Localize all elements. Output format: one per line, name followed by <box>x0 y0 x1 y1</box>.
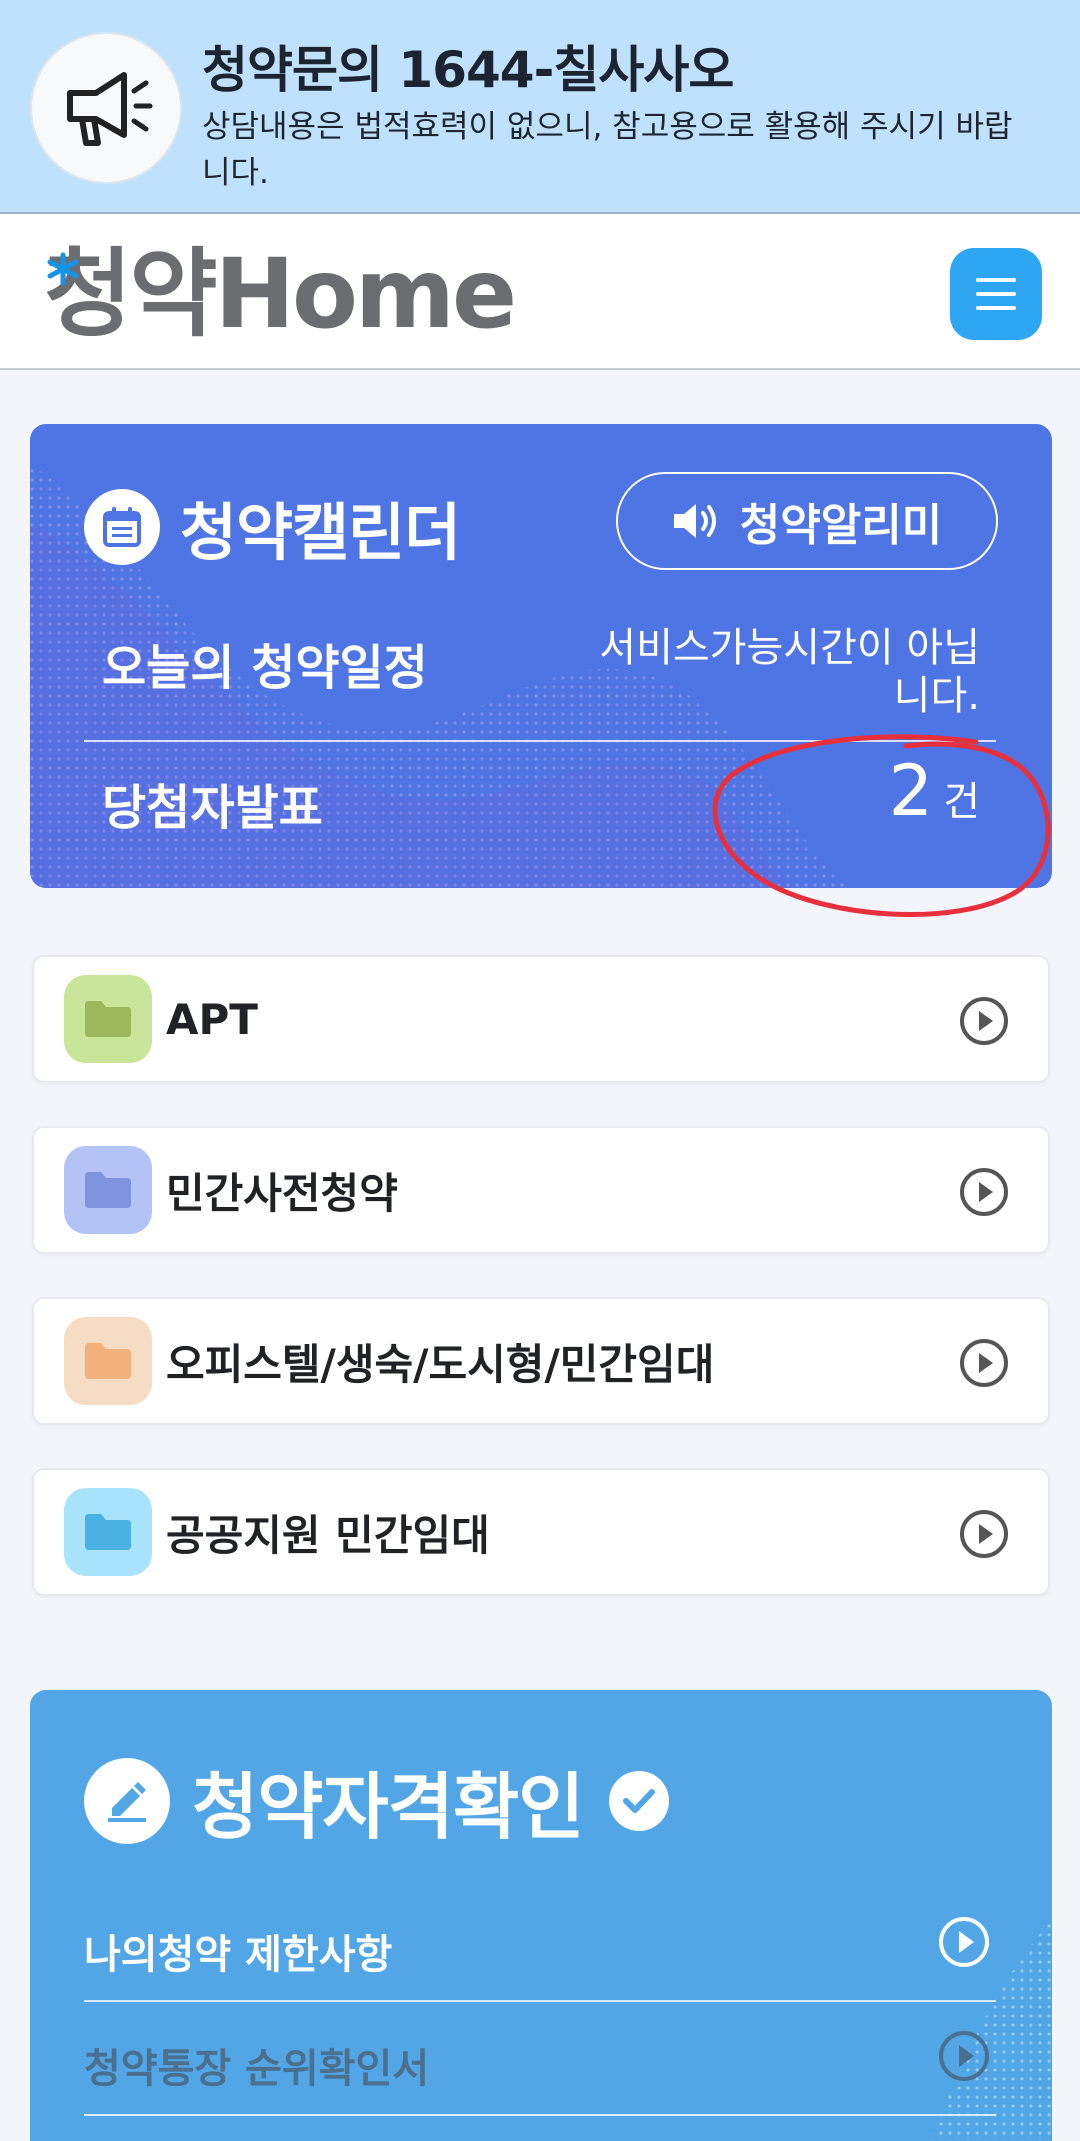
list-item-officetel[interactable]: 오피스텔/생숙/도시형/민간임대 <box>32 1297 1050 1425</box>
winner-count-unit: 건 <box>943 779 980 825</box>
list-item-apt[interactable]: APT <box>32 955 1050 1083</box>
folder-badge <box>64 975 152 1063</box>
eligibility-card: 청약자격확인 나의청약 제한사항 청약통장 순위확인서 <box>30 1690 1052 2141</box>
play-circle-icon <box>960 1168 1008 1216</box>
calendar-title: 청약캘린더 <box>180 496 461 569</box>
folder-badge <box>64 1146 152 1234</box>
calendar-icon <box>84 489 160 565</box>
play-circle-icon <box>960 1510 1008 1558</box>
list-item-public-rental[interactable]: 공공지원 민간임대 <box>32 1468 1050 1596</box>
list-item-label: 공공지원 민간임대 <box>166 1510 490 1560</box>
folder-icon <box>85 1514 131 1550</box>
winner-count-number: 2 <box>888 750 934 832</box>
list-item-private-pre-subscription[interactable]: 민간사전청약 <box>32 1126 1050 1254</box>
notice-banner: 청약문의 1644-칠사사오 상담내용은 법적효력이 없으니, 참고용으로 활용… <box>0 0 1080 214</box>
pencil-icon <box>84 1757 170 1844</box>
folder-badge <box>64 1488 152 1576</box>
folder-icon <box>85 1172 131 1208</box>
winner-announcement-count[interactable]: 2 건 <box>889 750 980 832</box>
eligibility-row-restrictions[interactable]: 나의청약 제한사항 <box>84 1888 996 2002</box>
banner-text: 상담내용은 법적효력이 없으니, 참고용으로 활용해 주시기 바랍니다. <box>202 109 1013 191</box>
hamburger-icon <box>976 278 1016 310</box>
alarm-label: 청약알리미 <box>739 500 943 551</box>
eligibility-row-label: 나의청약 제한사항 <box>84 1932 393 1978</box>
eligibility-row-label: 청약통장 순위확인서 <box>84 2046 430 2092</box>
logo-text: 청약Home <box>44 238 517 350</box>
list-item-label: 민간사전청약 <box>166 1168 398 1218</box>
list-item-label: APT <box>166 994 258 1044</box>
alarm-button[interactable]: 청약알리미 <box>616 472 998 570</box>
folder-icon <box>85 1001 131 1037</box>
winner-announcement-label[interactable]: 당첨자발표 <box>102 768 323 838</box>
play-circle-icon <box>960 1339 1008 1387</box>
banner-title: 청약문의 1644-칠사사오 <box>202 41 734 99</box>
play-circle-icon <box>939 1917 989 1967</box>
folder-icon <box>85 1343 131 1379</box>
eligibility-row-account-rank[interactable]: 청약통장 순위확인서 <box>84 2002 996 2116</box>
app-header: 청약Home <box>0 214 1080 370</box>
calendar-title-group: 청약캘린더 <box>84 482 461 572</box>
menu-button[interactable] <box>950 248 1042 340</box>
today-schedule-status: 서비스가능시간이 아닙니다. <box>599 625 980 719</box>
eligibility-title: 청약자격확인 <box>192 1765 584 1849</box>
folder-badge <box>64 1317 152 1405</box>
speaker-icon <box>673 504 716 538</box>
play-circle-icon <box>960 997 1008 1045</box>
megaphone-icon <box>30 32 182 184</box>
logo[interactable]: 청약Home <box>44 238 517 350</box>
list-item-label: 오피스텔/생숙/도시형/민간임대 <box>166 1339 715 1389</box>
eligibility-title-group: 청약자격확인 <box>84 1748 670 1853</box>
today-schedule-label: 오늘의 청약일정 <box>102 640 428 696</box>
star-icon <box>47 252 79 286</box>
calendar-card: 청약캘린더 청약알리미 오늘의 청약일정 서비스가능시간이 아닙니다. 당첨자발… <box>30 424 1052 888</box>
check-circle-icon <box>609 1770 670 1831</box>
play-circle-icon <box>939 2031 989 2081</box>
calendar-divider <box>84 740 996 742</box>
